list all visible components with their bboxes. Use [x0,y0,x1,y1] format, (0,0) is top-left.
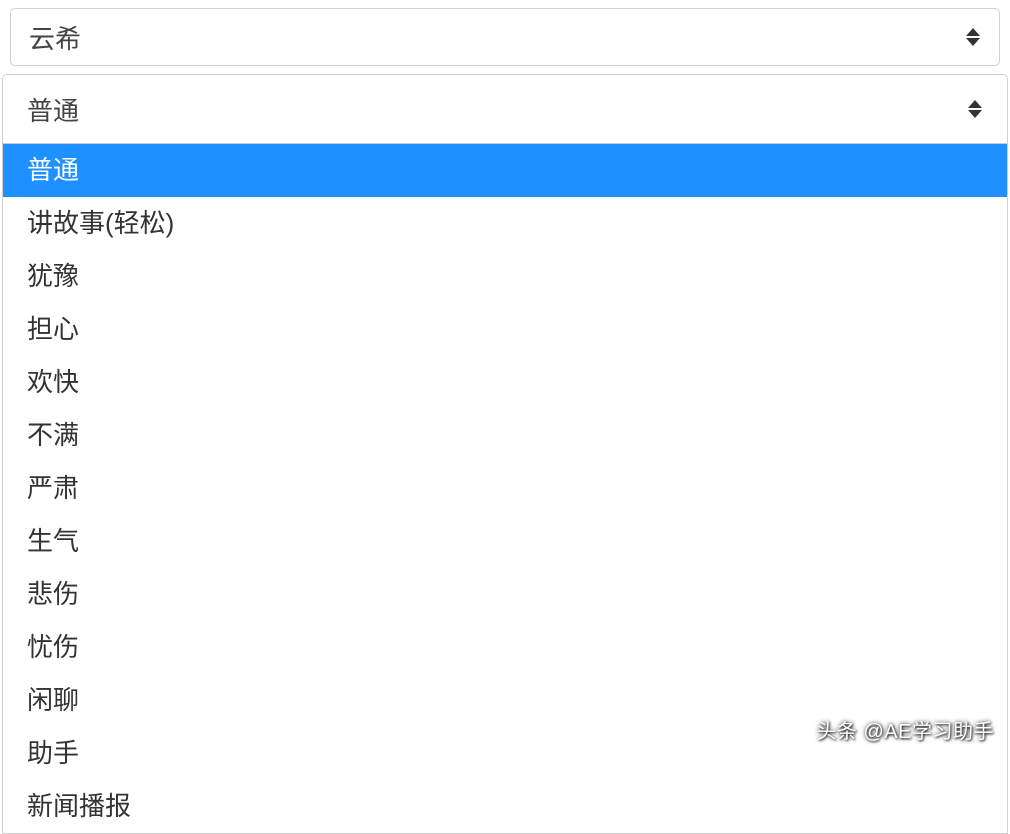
style-select-value: 普通 [27,91,967,128]
updown-icon [967,100,983,118]
dropdown-item[interactable]: 欢快 [3,356,1007,409]
voice-select-value: 云希 [29,19,965,56]
dropdown-item[interactable]: 新闻播报 [3,780,1007,833]
dropdown-item[interactable]: 严肃 [3,462,1007,515]
dropdown-item[interactable]: 悲伤 [3,568,1007,621]
dropdown-item[interactable]: 忧伤 [3,621,1007,674]
dropdown-item[interactable]: 生气 [3,515,1007,568]
updown-icon [965,28,981,46]
watermark-text: 头条 @AE学习助手 [816,715,994,744]
dropdown-item[interactable]: 犹豫 [3,250,1007,303]
dropdown-item[interactable]: 普通 [3,144,1007,197]
dropdown-item[interactable]: 讲故事(轻松) [3,197,1007,250]
style-select[interactable]: 普通 [2,74,1008,144]
dropdown-item[interactable]: 担心 [3,303,1007,356]
dropdown-item[interactable]: 不满 [3,409,1007,462]
voice-select[interactable]: 云希 [10,8,1000,66]
